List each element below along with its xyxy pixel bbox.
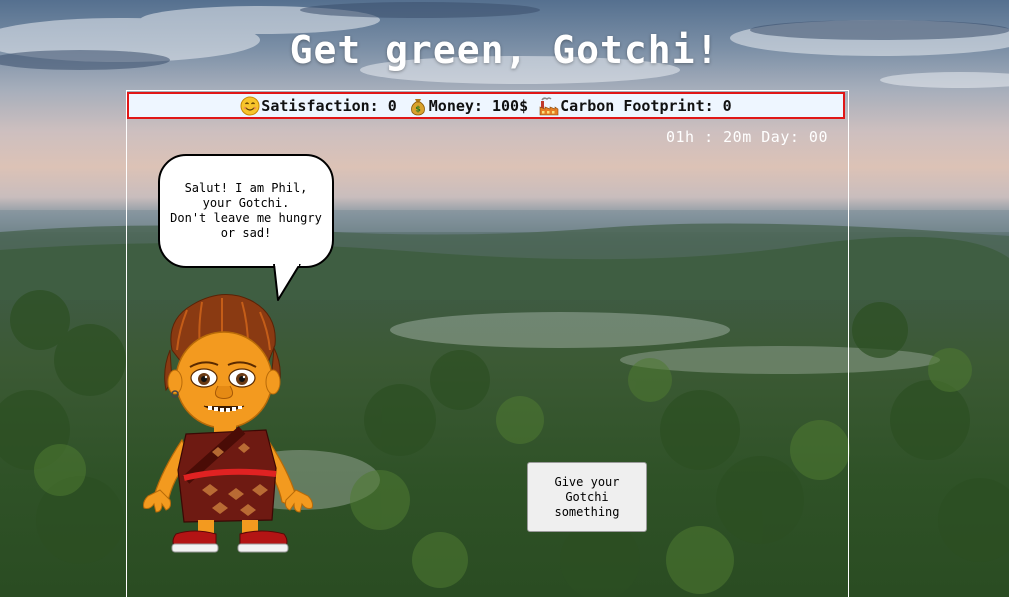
speech-line: Don't leave me hungry xyxy=(170,211,322,225)
speech-line: or sad! xyxy=(220,226,272,240)
gotchi-character[interactable] xyxy=(142,290,314,556)
money-bag-icon: $ xyxy=(410,98,425,115)
give-gotchi-button[interactable]: Give your Gotchi something xyxy=(527,462,647,532)
speech-text: Salut! I am Phil, your Gotchi. Don't lea… xyxy=(170,181,322,241)
carbon-stat: Carbon Footprint: 0 xyxy=(539,96,732,116)
carbon-label: Carbon Footprint: 0 xyxy=(560,96,732,115)
smiley-icon xyxy=(240,96,260,115)
stats-bar: Satisfaction: 0 $ Money: 100$ Carbon Foo… xyxy=(127,92,845,119)
game-title: Get green, Gotchi! xyxy=(289,28,720,72)
money-stat: $ Money: 100$ xyxy=(408,96,528,116)
satisfaction-label: Satisfaction: 0 xyxy=(261,96,397,115)
speech-line: your Gotchi. xyxy=(202,196,290,210)
svg-text:$: $ xyxy=(415,104,421,113)
game-timer: 01h : 20m Day: 00 xyxy=(665,128,828,146)
money-label: Money: 100$ xyxy=(428,96,529,115)
satisfaction-stat: Satisfaction: 0 xyxy=(240,96,397,116)
factory-icon xyxy=(539,96,559,115)
speech-line: Salut! I am Phil, xyxy=(184,181,308,195)
speech-bubble: Salut! I am Phil, your Gotchi. Don't lea… xyxy=(158,154,334,268)
